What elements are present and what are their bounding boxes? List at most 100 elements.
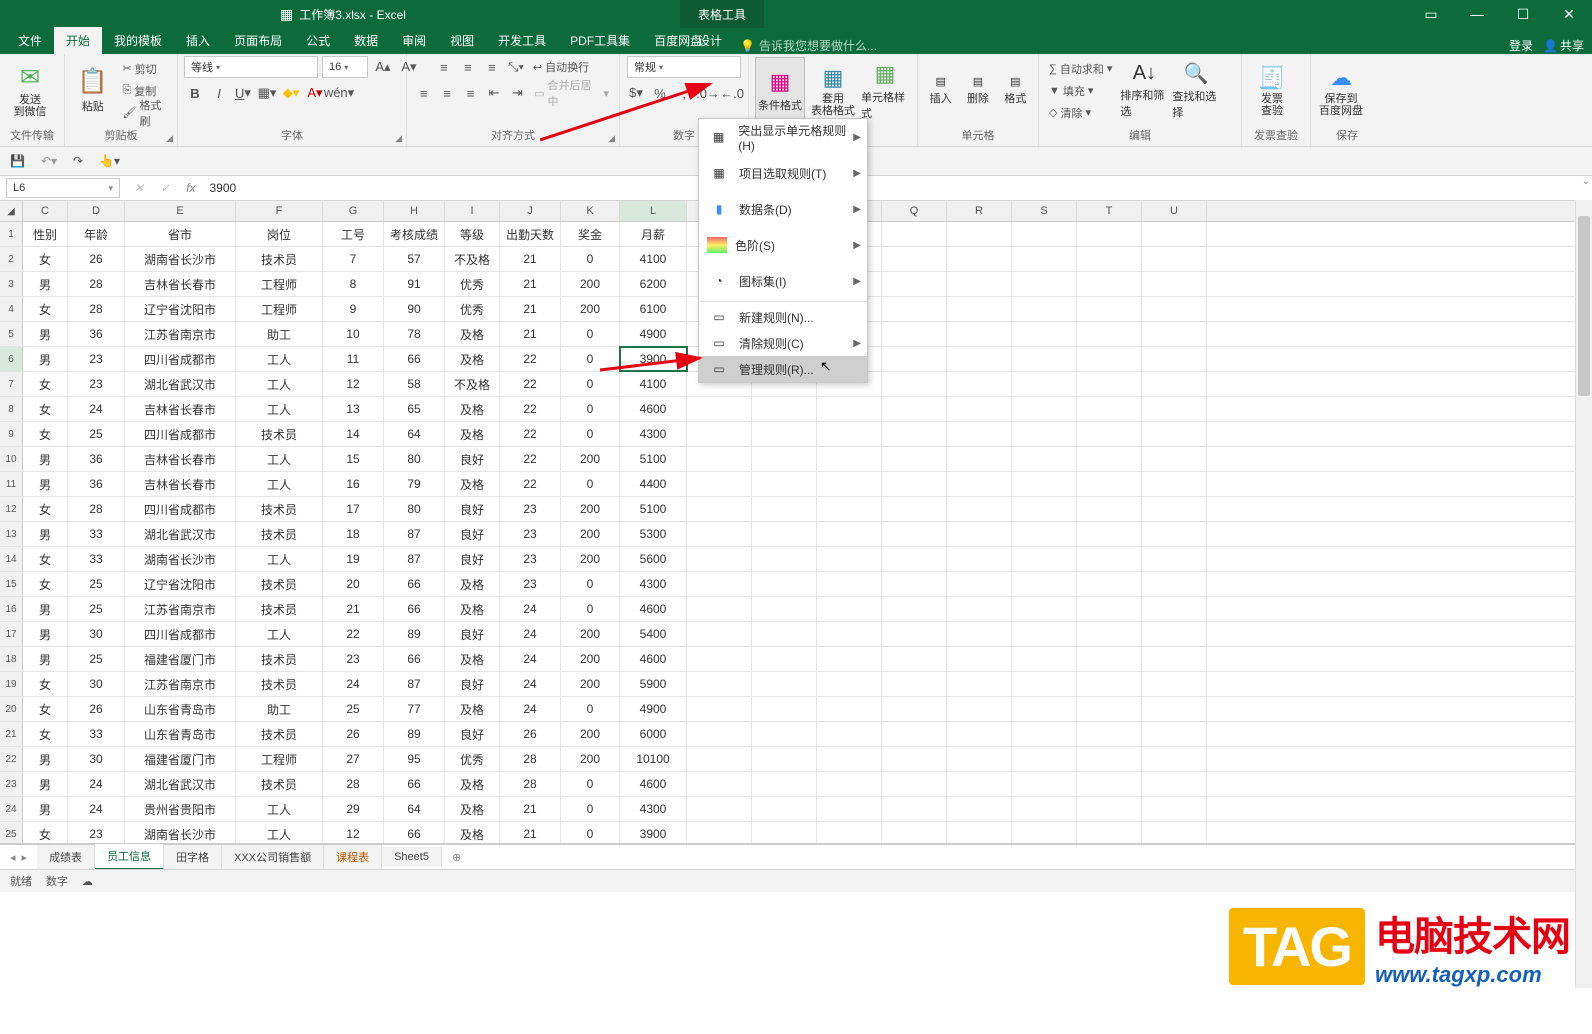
data-cell[interactable] <box>817 497 882 521</box>
data-cell[interactable]: 22 <box>323 622 384 646</box>
data-cell[interactable]: 200 <box>561 297 620 321</box>
data-cell[interactable]: 辽宁省沈阳市 <box>125 572 236 596</box>
data-cell[interactable] <box>882 472 947 496</box>
data-cell[interactable] <box>1012 647 1077 671</box>
data-cell[interactable]: 26 <box>500 722 561 746</box>
menu-data-bars[interactable]: ▮数据条(D)▶ <box>699 191 867 227</box>
data-cell[interactable]: 工人 <box>236 822 323 844</box>
data-cell[interactable] <box>882 347 947 371</box>
data-cell[interactable]: 山东省青岛市 <box>125 697 236 721</box>
increase-font-icon[interactable]: A▴ <box>372 56 394 78</box>
header-cell[interactable]: 工号 <box>323 222 384 246</box>
data-cell[interactable] <box>882 422 947 446</box>
data-cell[interactable] <box>1077 497 1142 521</box>
data-cell[interactable]: 200 <box>561 647 620 671</box>
align-right-icon[interactable]: ≡ <box>460 82 481 104</box>
data-cell[interactable] <box>882 697 947 721</box>
inc-decimal-icon[interactable]: .0→ <box>697 82 719 104</box>
data-cell[interactable]: 男 <box>23 772 68 796</box>
data-cell[interactable] <box>752 497 817 521</box>
data-cell[interactable]: 0 <box>561 372 620 396</box>
data-cell[interactable] <box>817 822 882 844</box>
data-cell[interactable]: 女 <box>23 397 68 421</box>
data-cell[interactable] <box>1077 547 1142 571</box>
data-cell[interactable] <box>1077 297 1142 321</box>
data-cell[interactable]: 良好 <box>445 522 500 546</box>
data-cell[interactable] <box>882 572 947 596</box>
data-cell[interactable] <box>882 622 947 646</box>
data-cell[interactable] <box>882 447 947 471</box>
data-cell[interactable] <box>752 522 817 546</box>
data-cell[interactable]: 5400 <box>620 622 687 646</box>
tab-template[interactable]: 我的模板 <box>102 27 174 54</box>
col-header[interactable]: I <box>445 201 500 221</box>
row-header[interactable]: 1 <box>0 222 23 246</box>
data-cell[interactable] <box>1012 772 1077 796</box>
sort-filter-button[interactable]: A↓排序和筛选 <box>1120 58 1168 124</box>
data-cell[interactable]: 4600 <box>620 647 687 671</box>
data-cell[interactable]: 27 <box>323 747 384 771</box>
data-cell[interactable]: 23 <box>68 822 125 844</box>
data-cell[interactable]: 90 <box>384 297 445 321</box>
data-cell[interactable]: 助工 <box>236 322 323 346</box>
data-cell[interactable] <box>947 297 1012 321</box>
data-cell[interactable]: 200 <box>561 622 620 646</box>
data-cell[interactable] <box>1142 497 1207 521</box>
percent-icon[interactable]: % <box>649 82 671 104</box>
data-cell[interactable]: 23 <box>500 497 561 521</box>
indent-dec-icon[interactable]: ⇤ <box>483 82 504 104</box>
data-cell[interactable] <box>1142 322 1207 346</box>
data-cell[interactable] <box>947 447 1012 471</box>
data-cell[interactable] <box>882 497 947 521</box>
merge-button[interactable]: ▭合并后居中▾ <box>530 82 613 104</box>
data-cell[interactable]: 工程师 <box>236 297 323 321</box>
data-cell[interactable] <box>687 697 752 721</box>
data-cell[interactable] <box>947 672 1012 696</box>
data-cell[interactable] <box>1012 572 1077 596</box>
data-cell[interactable] <box>1012 372 1077 396</box>
data-cell[interactable]: 技术员 <box>236 247 323 271</box>
data-cell[interactable]: 男 <box>23 472 68 496</box>
data-cell[interactable] <box>1077 222 1142 246</box>
data-cell[interactable]: 0 <box>561 347 620 371</box>
maximize-icon[interactable]: ☐ <box>1500 0 1546 28</box>
data-cell[interactable]: 79 <box>384 472 445 496</box>
name-box[interactable]: L6▾ <box>6 178 120 198</box>
data-cell[interactable] <box>947 422 1012 446</box>
data-cell[interactable] <box>1077 772 1142 796</box>
data-cell[interactable]: 工人 <box>236 547 323 571</box>
data-cell[interactable]: 福建省厦门市 <box>125 747 236 771</box>
col-header[interactable]: K <box>561 201 620 221</box>
align-left-icon[interactable]: ≡ <box>413 82 434 104</box>
vertical-scrollbar[interactable] <box>1575 200 1592 988</box>
data-cell[interactable]: 良好 <box>445 722 500 746</box>
sheet-tab-5[interactable]: 课程表 <box>324 845 382 869</box>
row-header[interactable]: 20 <box>0 697 23 721</box>
data-cell[interactable] <box>1012 397 1077 421</box>
data-cell[interactable]: 优秀 <box>445 747 500 771</box>
data-cell[interactable] <box>1077 597 1142 621</box>
save-icon[interactable]: 💾 <box>10 154 25 168</box>
share-button[interactable]: 👤共享 <box>1543 37 1584 54</box>
delete-button[interactable]: ▤删除 <box>961 58 994 124</box>
col-header[interactable]: C <box>23 201 68 221</box>
data-cell[interactable] <box>752 747 817 771</box>
data-cell[interactable] <box>817 772 882 796</box>
data-cell[interactable]: 女 <box>23 547 68 571</box>
data-cell[interactable] <box>947 697 1012 721</box>
data-cell[interactable] <box>947 622 1012 646</box>
data-cell[interactable]: 21 <box>500 822 561 844</box>
data-cell[interactable]: 66 <box>384 597 445 621</box>
data-cell[interactable] <box>882 647 947 671</box>
currency-icon[interactable]: $▾ <box>625 82 647 104</box>
data-cell[interactable] <box>947 322 1012 346</box>
fill-button[interactable]: ▼填充▾ <box>1045 80 1116 102</box>
data-cell[interactable] <box>1142 597 1207 621</box>
orientation-icon[interactable]: ⤡▾ <box>505 56 527 78</box>
font-launcher-icon[interactable]: ◢ <box>395 133 402 144</box>
data-cell[interactable]: 200 <box>561 522 620 546</box>
data-cell[interactable] <box>1012 272 1077 296</box>
data-cell[interactable] <box>1012 422 1077 446</box>
dec-decimal-icon[interactable]: ←.0 <box>721 82 743 104</box>
data-cell[interactable] <box>1012 597 1077 621</box>
